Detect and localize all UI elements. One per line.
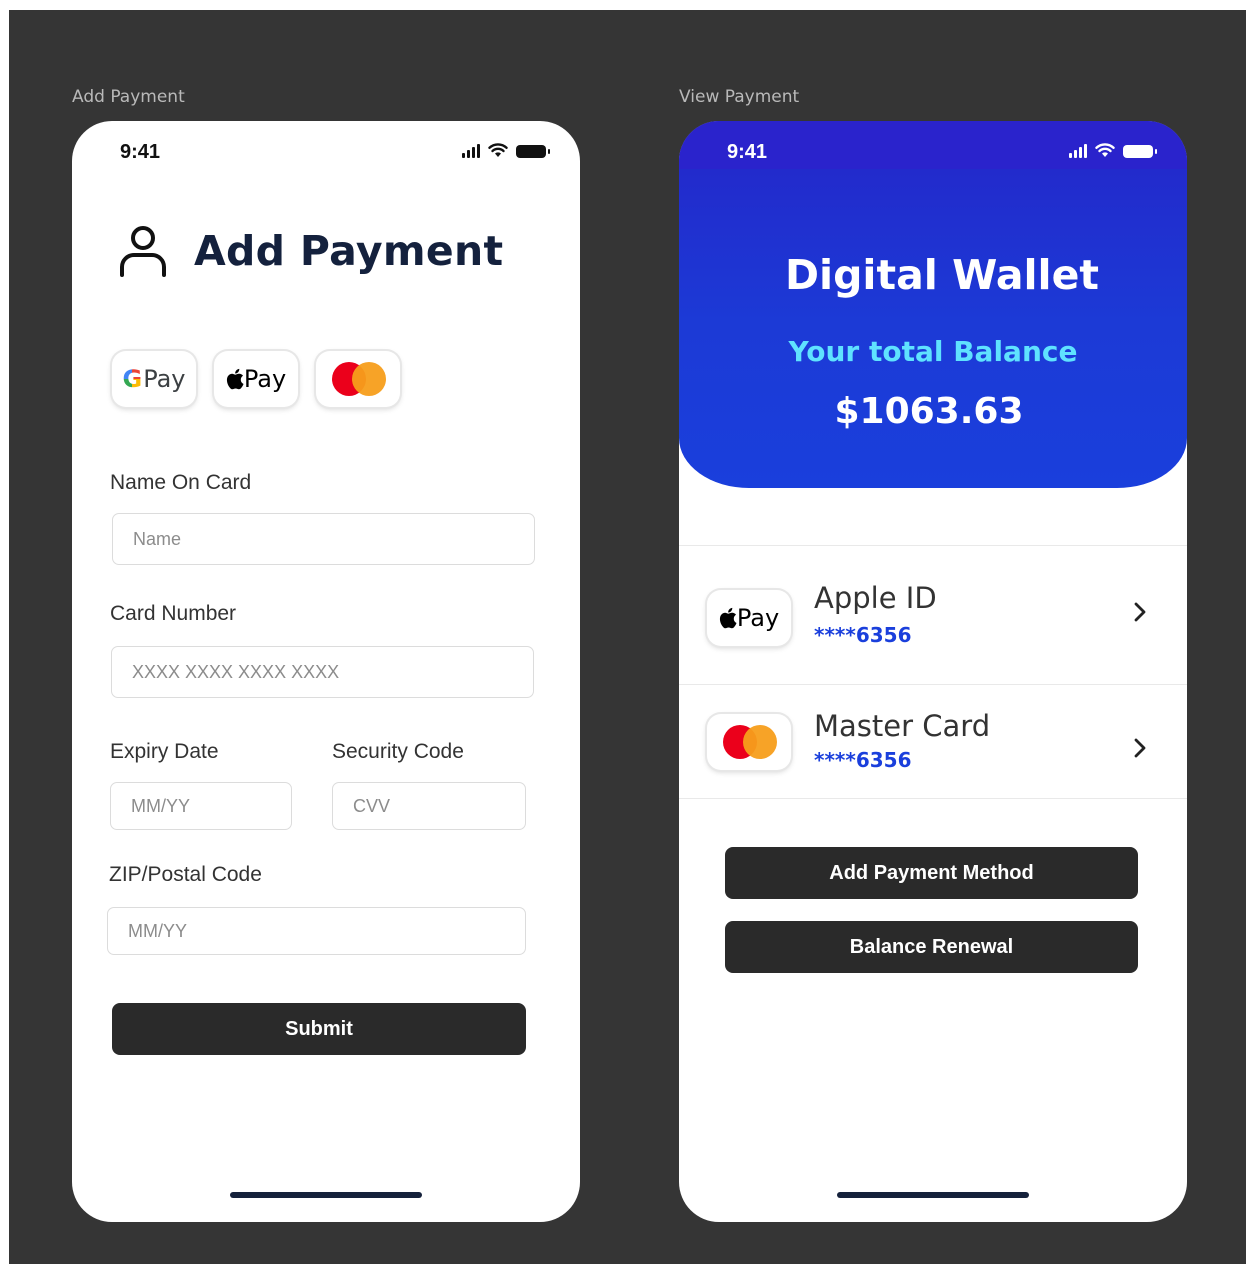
- submit-button[interactable]: Submit: [112, 1003, 526, 1055]
- wallet-header: Digital Wallet Your total Balance $1063.…: [679, 121, 1187, 488]
- divider: [679, 798, 1187, 799]
- zip-code-label: ZIP/Postal Code: [109, 863, 262, 886]
- status-time: 9:41: [120, 141, 161, 163]
- divider: [679, 684, 1187, 685]
- payment-options: G Pay Pay: [112, 351, 400, 407]
- home-indicator: [230, 1192, 422, 1198]
- mastercard-icon: [330, 362, 386, 396]
- frame-label-view-payment: View Payment: [679, 87, 800, 107]
- battery-icon: [516, 145, 550, 158]
- view-payment-screen: Digital Wallet Your total Balance $1063.…: [679, 121, 1187, 1222]
- status-icons: [462, 143, 550, 158]
- wifi-icon: [488, 143, 508, 157]
- card-number-input[interactable]: XXXX XXXX XXXX XXXX: [111, 646, 534, 698]
- divider: [679, 545, 1187, 546]
- add-payment-screen: 9:41 Add Payment G Pay Pay Name On Card …: [72, 121, 580, 1222]
- status-bar: 9:41: [72, 121, 580, 173]
- method-name: Apple ID: [814, 581, 937, 615]
- signal-icon: [462, 144, 480, 158]
- expiry-date-input[interactable]: MM/YY: [110, 782, 292, 830]
- chevron-right-icon: [1134, 602, 1146, 622]
- balance-label: Your total Balance: [788, 335, 1078, 368]
- balance-renewal-button[interactable]: Balance Renewal: [725, 921, 1138, 973]
- add-payment-method-button[interactable]: Add Payment Method: [725, 847, 1138, 899]
- apple-pay-option[interactable]: Pay: [214, 351, 298, 407]
- page-header: Add Payment: [118, 223, 503, 279]
- apple-pay-label: Pay: [243, 365, 287, 393]
- name-on-card-label: Name On Card: [110, 471, 252, 494]
- wifi-icon: [1095, 143, 1115, 157]
- payment-method-mastercard[interactable]: Master Card ****6356: [679, 691, 1187, 803]
- apple-icon: [719, 607, 737, 629]
- google-pay-option[interactable]: G Pay: [112, 351, 196, 407]
- status-time: 9:41: [727, 141, 768, 163]
- google-pay-label: Pay: [143, 365, 186, 393]
- status-icons: [1069, 143, 1157, 158]
- mastercard-icon: [707, 714, 791, 770]
- expiry-date-label: Expiry Date: [110, 740, 219, 763]
- method-name: Master Card: [814, 709, 991, 743]
- mastercard-logo: [721, 725, 777, 759]
- status-bar: 9:41: [679, 121, 1187, 173]
- method-number: ****6356: [814, 748, 912, 772]
- balance-amount: $1063.63: [834, 391, 1024, 432]
- payment-method-apple[interactable]: Pay Apple ID ****6356: [679, 561, 1187, 673]
- card-number-label: Card Number: [110, 602, 237, 625]
- user-icon: [120, 226, 166, 277]
- apple-icon: [226, 368, 244, 390]
- signal-icon: [1069, 144, 1087, 158]
- apple-pay-text: Pay: [736, 604, 780, 632]
- security-code-label: Security Code: [332, 740, 464, 763]
- frame-label-add-payment: Add Payment: [72, 87, 185, 107]
- security-code-input[interactable]: CVV: [332, 782, 526, 830]
- method-number: ****6356: [814, 623, 912, 647]
- mastercard-option[interactable]: [316, 351, 400, 407]
- chevron-right-icon: [1134, 738, 1146, 758]
- apple-pay-icon: Pay: [707, 590, 791, 646]
- name-input[interactable]: Name: [112, 513, 535, 565]
- page-title: Add Payment: [194, 227, 504, 275]
- wallet-title: Digital Wallet: [784, 251, 1100, 299]
- zip-code-input[interactable]: MM/YY: [107, 907, 526, 955]
- battery-icon: [1123, 145, 1157, 158]
- google-g-icon: G: [122, 365, 143, 393]
- home-indicator: [837, 1192, 1029, 1198]
